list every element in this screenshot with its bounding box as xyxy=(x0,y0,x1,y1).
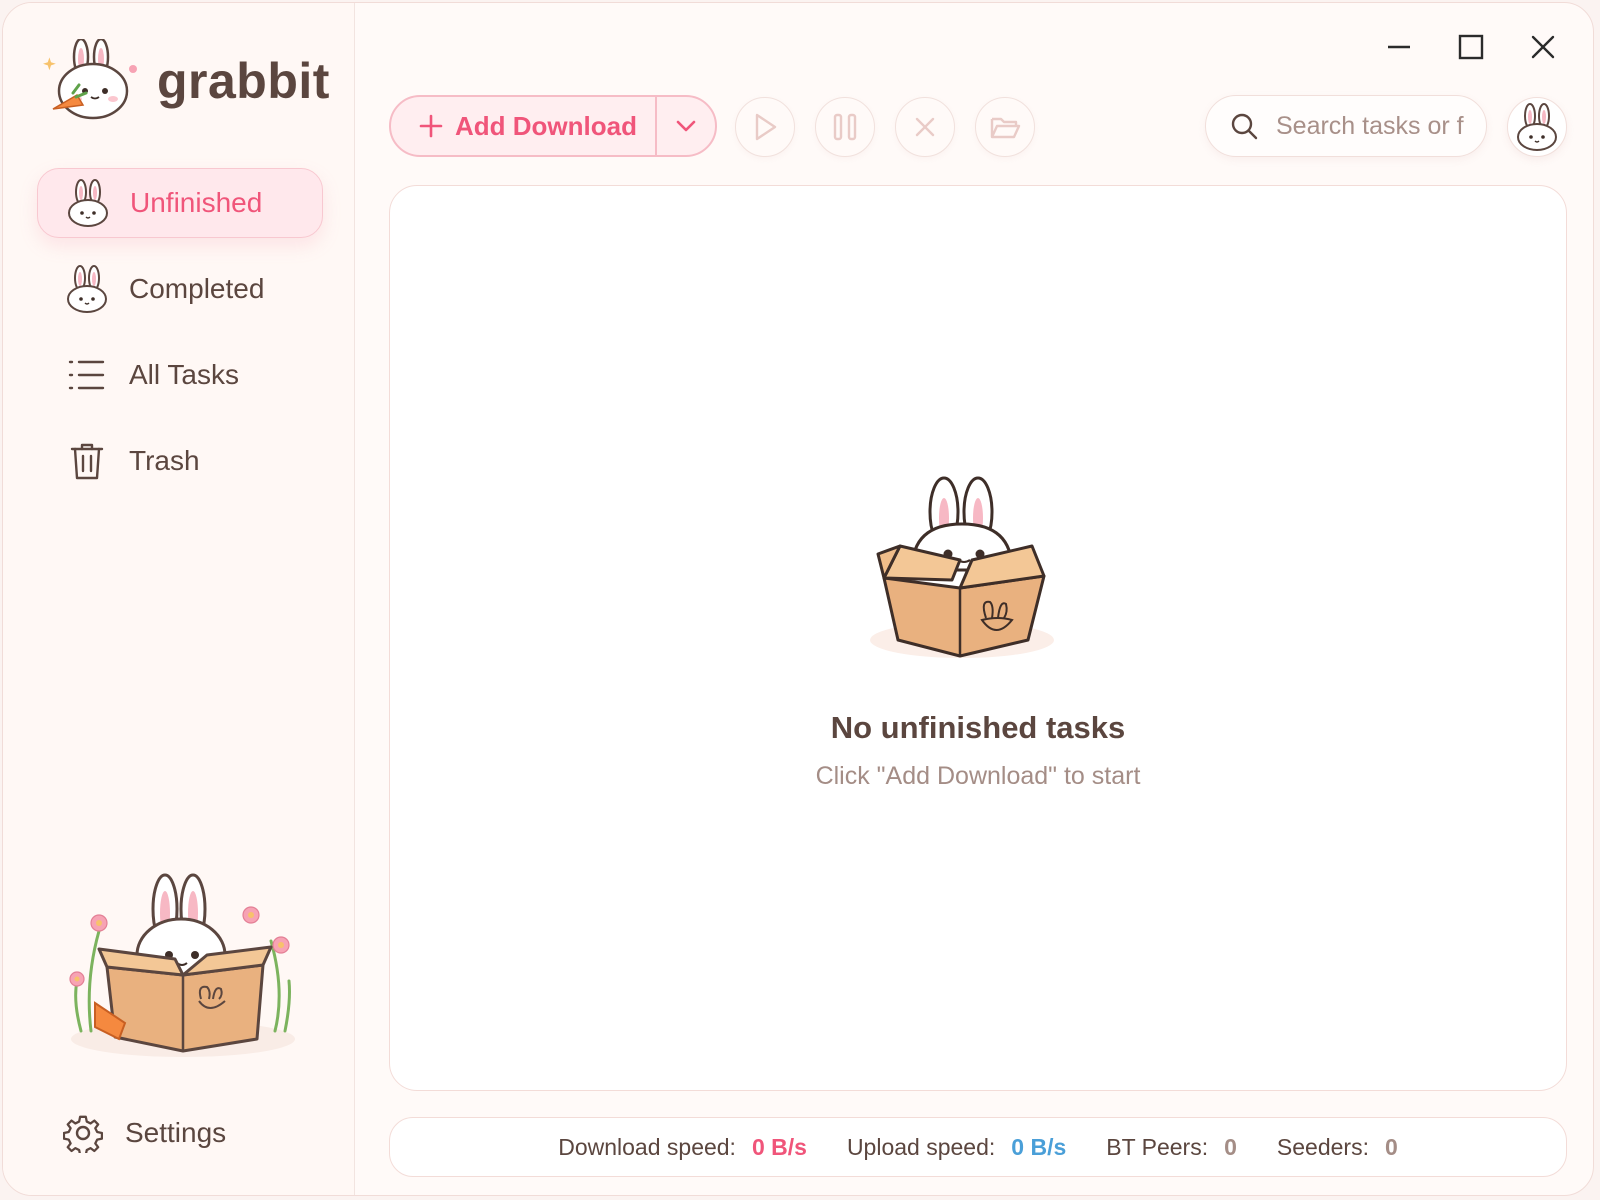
empty-box-bunny-illustration xyxy=(870,476,1054,658)
trash-icon xyxy=(63,437,111,485)
bunny-face-icon xyxy=(63,265,111,313)
search-input[interactable] xyxy=(1274,110,1468,142)
bt-peers-value: 0 xyxy=(1224,1133,1237,1160)
maximize-button[interactable] xyxy=(1449,25,1493,69)
chevron-down-icon xyxy=(676,120,696,132)
folder-open-icon xyxy=(990,117,1021,139)
sidebar-item-all-tasks[interactable]: All Tasks xyxy=(37,340,323,410)
sidebar-item-label: Unfinished xyxy=(130,187,263,218)
add-download-button[interactable]: Add Download xyxy=(391,97,655,155)
add-download-split-button: Add Download xyxy=(389,95,717,157)
open-folder-button[interactable] xyxy=(975,97,1035,157)
app-name: grabbit xyxy=(157,53,330,109)
close-icon xyxy=(1531,35,1555,59)
settings-label: Settings xyxy=(125,1117,227,1148)
maximize-icon xyxy=(1458,34,1484,60)
sidebar-item-label: All Tasks xyxy=(129,359,239,390)
pause-icon xyxy=(833,113,857,141)
app-window: grabbit Unfinished Completed All Tasks T… xyxy=(2,2,1594,1196)
bunny-logo-icon xyxy=(43,39,137,120)
gear-icon xyxy=(62,1113,104,1156)
download-speed-label: Download speed: xyxy=(558,1133,736,1160)
bunny-in-box-illustration xyxy=(69,873,295,1057)
minimize-icon xyxy=(1388,45,1410,49)
bt-peers-label: BT Peers: xyxy=(1106,1133,1209,1160)
brand: grabbit xyxy=(43,39,330,123)
empty-state-title: No unfinished tasks xyxy=(830,710,1126,745)
close-button[interactable] xyxy=(1521,25,1565,69)
add-download-label: Add Download xyxy=(455,110,637,141)
x-icon xyxy=(915,117,935,137)
avatar[interactable] xyxy=(1507,97,1567,157)
upload-speed-label: Upload speed: xyxy=(846,1133,996,1160)
settings-button[interactable]: Settings xyxy=(37,1101,323,1165)
start-button[interactable] xyxy=(735,97,795,157)
seeders-value: 0 xyxy=(1384,1133,1398,1160)
delete-task-button[interactable] xyxy=(895,97,955,157)
bunny-face-icon xyxy=(64,179,112,227)
download-speed-value: 0 B/s xyxy=(751,1133,807,1160)
plus-icon xyxy=(419,114,443,138)
play-icon xyxy=(755,113,777,141)
search-icon xyxy=(1231,113,1258,140)
sidebar-item-unfinished[interactable]: Unfinished xyxy=(37,168,323,238)
add-download-dropdown-button[interactable] xyxy=(657,97,716,155)
upload-speed-value: 0 B/s xyxy=(1011,1133,1067,1160)
task-list-panel: No unfinished tasks Click "Add Download"… xyxy=(389,185,1567,1091)
bt-peers: BT Peers: 0 xyxy=(1106,1134,1237,1161)
search-box xyxy=(1205,95,1487,157)
pause-button[interactable] xyxy=(815,97,875,157)
download-speed: Download speed: 0 B/s xyxy=(558,1134,807,1161)
bunny-avatar-icon xyxy=(1517,103,1557,151)
sidebar-item-completed[interactable]: Completed xyxy=(37,254,323,324)
list-icon xyxy=(63,351,111,399)
status-bar: Download speed: 0 B/s Upload speed: 0 B/… xyxy=(389,1117,1567,1177)
seeders-label: Seeders: xyxy=(1276,1133,1369,1160)
sidebar-item-label: Completed xyxy=(129,273,265,304)
sidebar-item-trash[interactable]: Trash xyxy=(37,426,323,496)
empty-state-subtitle: Click "Add Download" to start xyxy=(815,762,1141,790)
seeders: Seeders: 0 xyxy=(1277,1134,1398,1161)
sidebar-item-label: Trash xyxy=(129,445,200,476)
sidebar: grabbit Unfinished Completed All Tasks T… xyxy=(3,3,355,1195)
upload-speed: Upload speed: 0 B/s xyxy=(847,1134,1066,1161)
minimize-button[interactable] xyxy=(1377,25,1421,69)
